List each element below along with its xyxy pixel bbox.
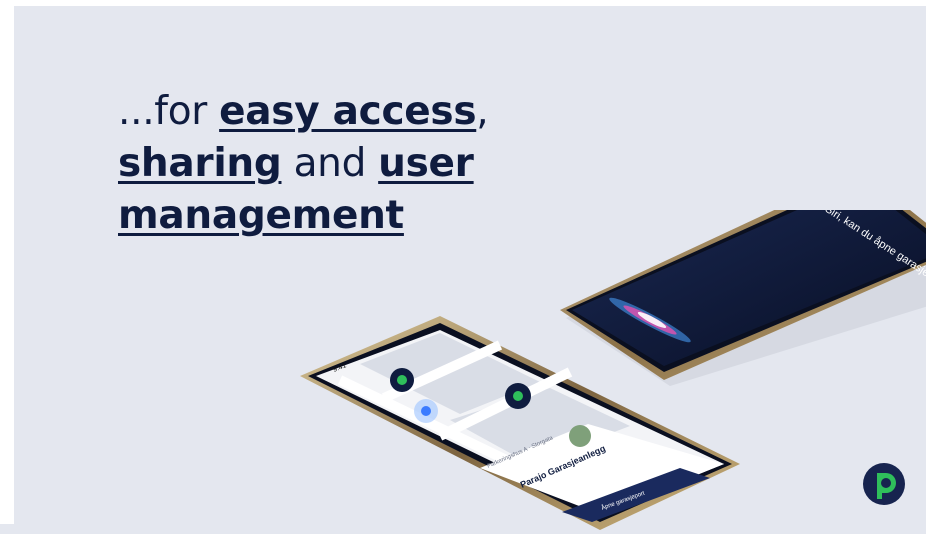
headline-prefix: ...for [118, 89, 220, 134]
map-pin-icon [390, 368, 414, 392]
map-phone-illustration: 9:41 Parkeringshus A · Storgata Parajo G… [300, 316, 740, 530]
location-dot-icon [414, 399, 438, 423]
headline-comma: , [476, 89, 489, 134]
headline-management: management [118, 193, 404, 238]
map-phone: 9:41 Parkeringshus A · Storgata Parajo G… [300, 300, 740, 530]
headline: ...for easy access, sharing and user man… [118, 86, 578, 242]
headline-easy-access: easy access [219, 89, 477, 134]
brand-logo-icon [862, 462, 906, 506]
top-border [0, 0, 926, 6]
map-pin-icon [505, 383, 531, 409]
left-border [0, 0, 14, 524]
headline-and: and [281, 141, 379, 186]
headline-sharing: sharing [118, 141, 282, 186]
parking-thumbnail [569, 425, 591, 447]
slide: ...for easy access, sharing and user man… [0, 0, 926, 530]
headline-user: user [378, 141, 474, 186]
